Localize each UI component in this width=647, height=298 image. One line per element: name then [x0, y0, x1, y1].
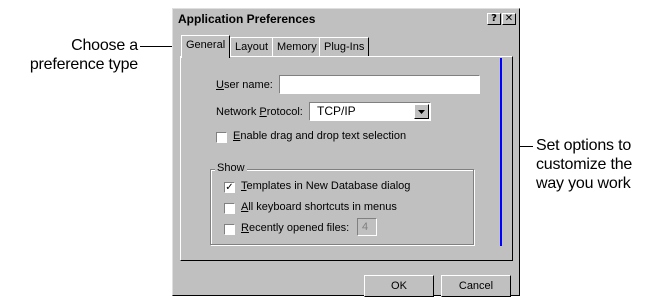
options-bracket-line	[500, 58, 502, 246]
preferences-dialog: Application Preferences ? ✕ General Layo…	[172, 8, 520, 297]
close-icon: ✕	[504, 13, 514, 24]
dialog-title: Application Preferences	[178, 12, 316, 26]
templates-label: Templates in New Database dialog	[241, 180, 411, 192]
tab-layout[interactable]: Layout	[230, 37, 274, 57]
ok-button-label: OK	[391, 280, 407, 292]
tab-layout-label: Layout	[235, 41, 269, 53]
callout-left-line2: preference type	[29, 56, 138, 73]
templates-checkbox[interactable]: ✓	[224, 182, 235, 193]
show-group-label: Show	[215, 162, 247, 174]
cancel-button[interactable]: Cancel	[441, 275, 511, 297]
close-button[interactable]: ✕	[502, 13, 516, 25]
drag-drop-label: Enable drag and drop text selection	[233, 130, 407, 142]
callout-set-options: Set options to customize the way you wor…	[536, 136, 646, 193]
recent-files-count: 4	[362, 221, 369, 233]
ok-button[interactable]: OK	[364, 275, 434, 297]
callout-choose-type-line2: preference type	[20, 55, 138, 74]
tab-general[interactable]: General	[181, 35, 231, 58]
keyboard-shortcuts-checkbox[interactable]	[224, 203, 235, 214]
tab-plugins-label: Plug-Ins	[324, 41, 365, 53]
drag-drop-checkbox[interactable]	[216, 132, 227, 143]
user-name-input[interactable]	[279, 75, 480, 94]
dropdown-button[interactable]	[414, 104, 429, 119]
tab-memory-label: Memory	[277, 41, 317, 53]
network-protocol-label: Network Protocol:	[216, 106, 303, 118]
keyboard-shortcuts-label: All keyboard shortcuts in menus	[241, 201, 397, 213]
tab-memory[interactable]: Memory	[272, 37, 322, 57]
network-protocol-value: TCP/IP	[317, 104, 356, 118]
user-name-label: User name:	[216, 79, 273, 91]
chevron-down-icon	[418, 110, 425, 114]
recent-files-checkbox[interactable]	[224, 224, 235, 235]
callout-choose-type: Choose a	[64, 36, 138, 55]
cancel-button-label: Cancel	[458, 280, 494, 292]
callout-right-line3: way you work	[536, 175, 631, 192]
title-bar: Application Preferences ? ✕	[175, 11, 517, 29]
help-button[interactable]: ?	[487, 13, 501, 25]
recent-files-count-input[interactable]: 4	[357, 218, 377, 236]
callout-left-line1: Choose a	[71, 37, 138, 54]
network-protocol-select[interactable]: TCP/IP	[309, 102, 431, 121]
tab-general-label: General	[186, 39, 226, 51]
recent-files-label: Recently opened files:	[241, 222, 350, 234]
callout-right-line2: customize the	[536, 156, 633, 173]
help-icon: ?	[491, 13, 497, 24]
callout-right-line1: Set options to	[536, 137, 632, 154]
tab-plugins[interactable]: Plug-Ins	[319, 37, 370, 57]
